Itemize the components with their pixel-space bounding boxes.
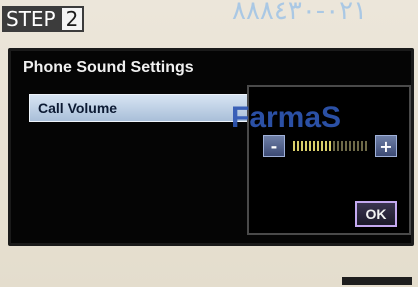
volume-up-button[interactable]: + xyxy=(375,135,397,157)
call-volume-label: Call Volume xyxy=(38,100,118,116)
volume-segment xyxy=(297,141,299,151)
volume-segment xyxy=(325,141,327,151)
volume-segment xyxy=(357,141,359,151)
volume-segment xyxy=(309,141,311,151)
watermark-phone-number: ٠٢١-٨٨٨٤٣٠ xyxy=(232,0,368,26)
ok-button[interactable]: OK xyxy=(355,201,397,227)
volume-segment xyxy=(305,141,307,151)
volume-segment xyxy=(349,141,351,151)
step-number: 2 xyxy=(59,6,85,32)
volume-level-bar xyxy=(293,141,369,151)
volume-segment xyxy=(341,141,343,151)
display-screen: Phone Sound Settings Call Volume - + OK … xyxy=(8,48,414,246)
volume-segment xyxy=(293,141,295,151)
volume-segment xyxy=(313,141,315,151)
volume-segment xyxy=(301,141,303,151)
volume-popup: - + OK xyxy=(247,85,411,235)
step-label: STEP xyxy=(2,6,60,32)
step-badge: STEP 2 xyxy=(2,6,85,32)
call-volume-item[interactable]: Call Volume xyxy=(29,94,259,122)
volume-down-button[interactable]: - xyxy=(263,135,285,157)
volume-segment xyxy=(353,141,355,151)
volume-segment xyxy=(365,141,367,151)
volume-segment xyxy=(333,141,335,151)
volume-segment xyxy=(345,141,347,151)
footer-code-strip xyxy=(342,277,412,285)
volume-segment xyxy=(329,141,331,151)
volume-segment xyxy=(317,141,319,151)
volume-segment xyxy=(321,141,323,151)
volume-segment xyxy=(361,141,363,151)
volume-segment xyxy=(337,141,339,151)
screen-title: Phone Sound Settings xyxy=(23,59,194,76)
